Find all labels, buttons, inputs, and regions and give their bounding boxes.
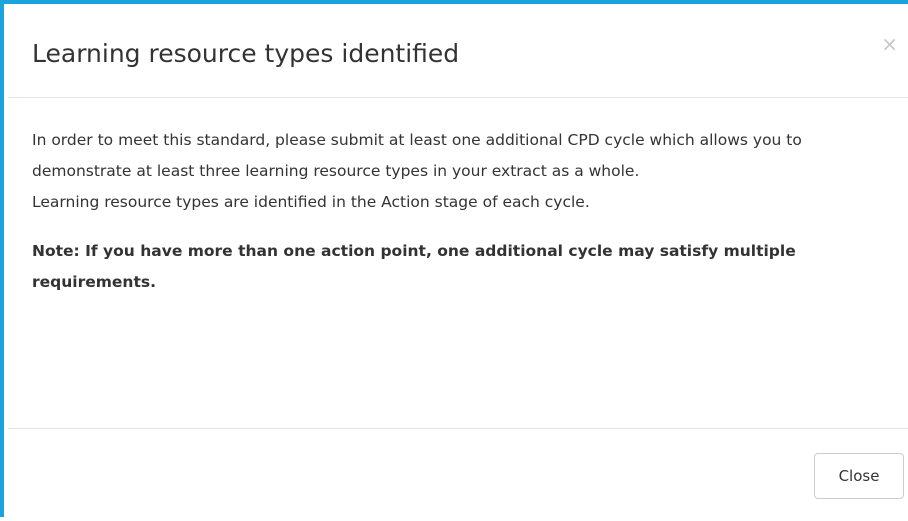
modal-footer: Close <box>8 428 908 521</box>
modal-title: Learning resource types identified <box>32 39 460 68</box>
modal-body: In order to meet this standard, please s… <box>32 125 892 298</box>
note-text: Note: If you have more than one action p… <box>32 242 796 291</box>
close-button[interactable]: Close <box>814 453 904 499</box>
body-paragraph-2: Learning resource types are identified i… <box>32 193 590 211</box>
modal-dialog: Learning resource types identified × In … <box>0 0 908 517</box>
body-paragraph: In order to meet this standard, please s… <box>32 131 802 180</box>
close-icon[interactable]: × <box>881 34 898 54</box>
modal-header: Learning resource types identified × <box>8 8 908 98</box>
